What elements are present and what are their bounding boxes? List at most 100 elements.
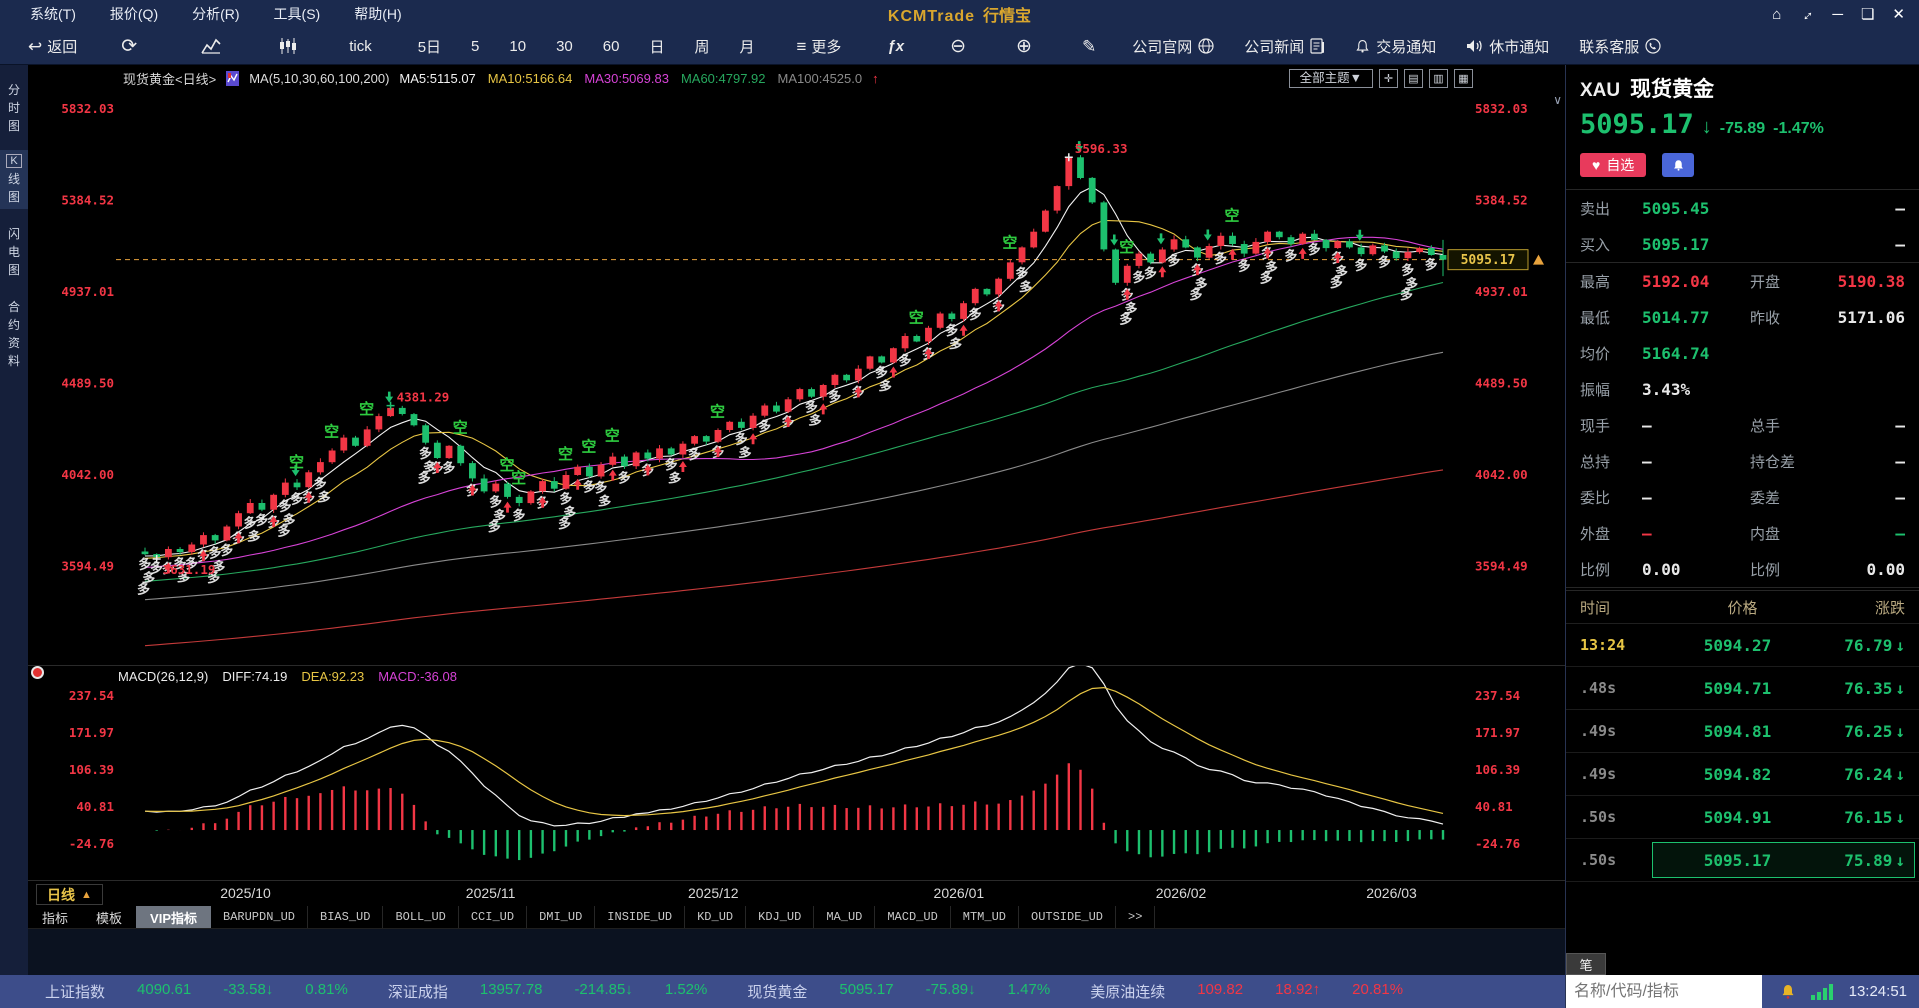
period-button-5日[interactable]: 5日	[418, 36, 441, 57]
tick-period-button[interactable]: tick	[349, 38, 372, 55]
menu-item-2[interactable]: 分析(R)	[192, 4, 239, 24]
svg-text:4937.01: 4937.01	[1475, 284, 1528, 299]
bell-icon	[1355, 38, 1370, 54]
tab-指标[interactable]: 指标	[28, 906, 82, 928]
tick-row-3[interactable]: .49s5094.8276.24↓	[1566, 753, 1919, 796]
menu-item-4[interactable]: 帮助(H)	[354, 4, 401, 24]
quote-label: 振幅	[1580, 379, 1642, 400]
formula-button[interactable]: ƒx	[887, 38, 904, 55]
back-button[interactable]: ↩ 返回	[28, 36, 77, 57]
quote-row-总持: 总持—持仓差—	[1566, 443, 1919, 479]
ma-value-4: MA100:4525.0	[778, 71, 863, 86]
quote-label-2: 昨收	[1750, 307, 1822, 328]
svg-text:4489.50: 4489.50	[61, 376, 114, 391]
tab-CCI_UD[interactable]: CCI_UD	[459, 906, 527, 928]
status-segment-上证指数[interactable]: 上证指数4090.61-33.58↓0.81%	[45, 981, 348, 1002]
svg-text:多: 多	[827, 388, 842, 405]
quote-label-2: 比例	[1750, 559, 1822, 580]
svg-text:空: 空	[359, 400, 374, 418]
tab-模板[interactable]: 模板	[82, 906, 136, 928]
tab-BIAS_UD[interactable]: BIAS_UD	[308, 906, 383, 928]
tick-table: 时间 价格 涨跌 13:245094.2776.79↓.48s5094.7176…	[1566, 590, 1919, 882]
theme-select-button[interactable]: 全部主题▼	[1289, 69, 1373, 88]
zoom-in-icon[interactable]: ⊕	[1016, 37, 1032, 56]
menu-item-1[interactable]: 报价(Q)	[110, 4, 158, 24]
tab-KDJ_UD[interactable]: KDJ_UD	[746, 906, 814, 928]
sidebar-item-闪电图[interactable]: 闪电图	[0, 221, 28, 282]
period-button-日[interactable]: 日	[649, 36, 664, 57]
period-selector[interactable]: 日线 ▲	[36, 884, 103, 905]
svg-text:多: 多	[668, 470, 683, 486]
tick-row-5[interactable]: .50s5095.1775.89↓	[1566, 839, 1919, 882]
more-button[interactable]: ≡ 更多	[796, 36, 841, 57]
layout-right-icon[interactable]: ▥	[1429, 69, 1448, 88]
quote-value-2: 5171.06	[1822, 308, 1905, 327]
toolbar-link-1[interactable]: 公司新闻	[1244, 36, 1325, 57]
tab-BOLL_UD[interactable]: BOLL_UD	[383, 906, 458, 928]
period-button-60[interactable]: 60	[603, 36, 620, 57]
period-button-10[interactable]: 10	[509, 36, 526, 57]
tab-DMI_UD[interactable]: DMI_UD	[527, 906, 595, 928]
macd-header: MACD(26,12,9) DIFF:74.19 DEA:92.23 MACD:…	[118, 669, 457, 684]
menu-items: 系统(T) 报价(Q) 分析(R) 工具(S) 帮助(H)	[30, 4, 402, 24]
maximize-icon[interactable]: ❏	[1861, 5, 1874, 23]
svg-text:空: 空	[605, 427, 620, 445]
tab-KD_UD[interactable]: KD_UD	[685, 906, 746, 928]
add-favorite-button[interactable]: ♥ 自选	[1580, 153, 1646, 177]
tab-INSIDE_UD[interactable]: INSIDE_UD	[595, 906, 685, 928]
notification-bell-icon[interactable]	[1780, 983, 1796, 1000]
status-segment-美原油连续[interactable]: 美原油连续109.8218.92↑20.81%	[1090, 981, 1403, 1002]
tab-MTM_UD[interactable]: MTM_UD	[951, 906, 1019, 928]
pencil-icon[interactable]: ✎	[1082, 38, 1096, 55]
minimize-icon[interactable]: ─	[1832, 6, 1843, 23]
status-segment-现货黄金[interactable]: 现货黄金5095.17-75.89↓1.47%	[747, 981, 1050, 1002]
candlestick-chart[interactable]: 5832.035832.035384.525384.524937.014937.…	[28, 91, 1565, 665]
layout-split-icon[interactable]: ▦	[1454, 69, 1473, 88]
resize-icon[interactable]: ↔	[1796, 3, 1819, 26]
period-arrow-icon: ▲	[81, 889, 92, 901]
tick-row-1[interactable]: .48s5094.7176.35↓	[1566, 667, 1919, 710]
pen-tab[interactable]: 笔	[1566, 953, 1606, 975]
toolbar-link-3[interactable]: 休市通知	[1466, 36, 1549, 57]
tick-row-2[interactable]: .49s5094.8176.25↓	[1566, 710, 1919, 753]
line-chart-icon[interactable]	[201, 38, 221, 54]
quote-label: 最低	[1580, 307, 1642, 328]
tick-row-0[interactable]: 13:245094.2776.79↓	[1566, 624, 1919, 667]
layout-left-icon[interactable]: ▤	[1404, 69, 1423, 88]
menu-item-3[interactable]: 工具(S)	[274, 4, 321, 24]
tab-BARUPDN_UD[interactable]: BARUPDN_UD	[211, 906, 308, 928]
close-icon[interactable]: ✕	[1892, 5, 1905, 23]
svg-text:237.54: 237.54	[69, 688, 114, 703]
period-button-5[interactable]: 5	[471, 36, 479, 57]
tab-overflow[interactable]: >>	[1116, 906, 1155, 928]
quote-row-均价: 均价5164.74	[1566, 335, 1919, 371]
crosshair-icon[interactable]: ✛	[1379, 69, 1398, 88]
tab-MA_UD[interactable]: MA_UD	[814, 906, 875, 928]
candlestick-icon[interactable]	[279, 38, 297, 54]
period-button-月[interactable]: 月	[739, 36, 754, 57]
zoom-out-icon[interactable]: ⊖	[950, 37, 966, 56]
period-button-30[interactable]: 30	[556, 36, 573, 57]
status-segment-深证成指[interactable]: 深证成指13957.78-214.85↓1.52%	[388, 981, 708, 1002]
toolbar-link-label: 公司官网	[1132, 36, 1192, 57]
svg-text:5095.17: 5095.17	[1461, 253, 1516, 268]
home-icon[interactable]: ⌂	[1772, 6, 1781, 23]
tick-row-4[interactable]: .50s5094.9176.15↓	[1566, 796, 1919, 839]
toolbar-link-4[interactable]: 联系客服	[1579, 36, 1661, 57]
sidebar-item-分时图[interactable]: 分时图	[0, 77, 28, 138]
svg-text:多: 多	[1189, 287, 1202, 302]
tab-OUTSIDE_UD[interactable]: OUTSIDE_UD	[1019, 906, 1116, 928]
macd-chart[interactable]: 237.54237.54171.97171.97106.39106.3940.8…	[28, 665, 1565, 881]
period-button-周[interactable]: 周	[694, 36, 709, 57]
refresh-icon[interactable]: ⟳	[121, 37, 137, 56]
alert-button[interactable]	[1662, 153, 1694, 177]
svg-text:空: 空	[558, 445, 573, 463]
menu-item-0[interactable]: 系统(T)	[30, 4, 76, 24]
toolbar-link-0[interactable]: 公司官网	[1132, 36, 1214, 57]
tab-MACD_UD[interactable]: MACD_UD	[875, 906, 950, 928]
toolbar-link-2[interactable]: 交易通知	[1355, 36, 1436, 57]
tab-VIP指标[interactable]: VIP指标	[136, 906, 211, 928]
sidebar-item-K线图[interactable]: K线图	[0, 150, 28, 209]
search-input[interactable]	[1566, 975, 1762, 1008]
sidebar-item-合约资料[interactable]: 合约资料	[0, 294, 28, 373]
